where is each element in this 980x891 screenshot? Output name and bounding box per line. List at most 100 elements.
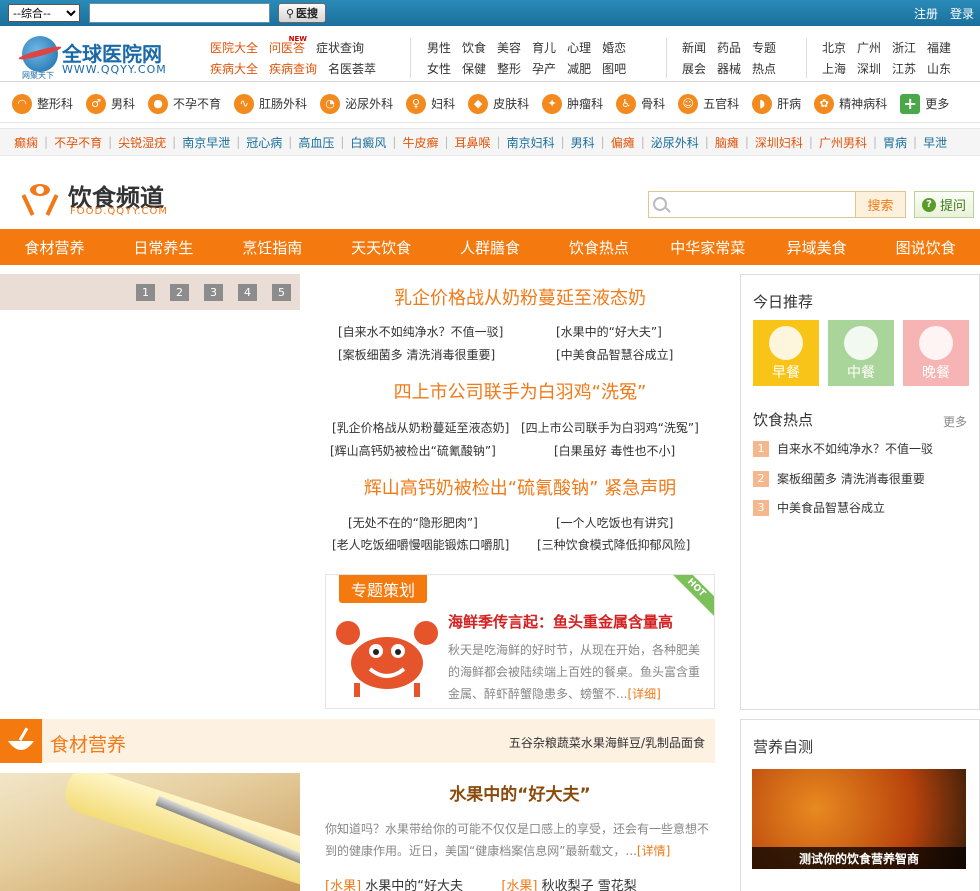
nav-disease-directory[interactable]: 疾病大全 [210, 59, 258, 80]
dept-liver[interactable]: ◗ 肝病 [752, 93, 801, 114]
nav-topic[interactable]: 美容 [497, 38, 521, 59]
nav-special[interactable]: 专题 [752, 38, 776, 59]
nav-city[interactable]: 山东 [927, 59, 951, 80]
nav-equipment[interactable]: 器械 [717, 59, 741, 80]
disease-link[interactable]: 偏瘫 [611, 134, 635, 151]
nav-topic[interactable]: 减肥 [567, 59, 591, 80]
search-category-select[interactable]: --综合-- [8, 4, 80, 22]
disease-link[interactable]: 冠心病 [246, 134, 282, 151]
nav-famous-doctors[interactable]: 名医荟萃 [328, 59, 376, 80]
site-search-input[interactable] [89, 3, 270, 23]
nutrition-test-image[interactable]: 测试你的饮食营养智商 [752, 769, 966, 869]
headline-sublink[interactable]: [乳企价格战从奶粉蔓延至液态奶] [332, 419, 509, 436]
main-nav-item[interactable]: 天天饮食 [327, 229, 436, 265]
disease-link[interactable]: 尖锐湿疣 [118, 134, 166, 151]
channel-search-button[interactable]: 搜索 [855, 192, 905, 217]
dept-psychiatry[interactable]: ✿ 精神病科 [814, 93, 887, 114]
nav-topic[interactable]: 孕产 [532, 59, 556, 80]
nav-topic[interactable]: 饮食 [462, 38, 486, 59]
headline-sublink[interactable]: [四上市公司联手为白羽鸡“洗冤”] [521, 419, 699, 436]
headline-sublink[interactable]: [一个人吃饭也有讲究] [556, 514, 673, 531]
headline-sublink[interactable]: [中美食品智慧谷成立] [556, 346, 673, 363]
section-tab[interactable]: 蔬菜 [557, 734, 581, 751]
main-nav-item[interactable]: 图说饮食 [871, 229, 980, 265]
nav-ask-doctor[interactable]: 问医答 NEW [269, 35, 307, 59]
hot-list-item[interactable]: 1 自来水不如纯净水？不值一驳 [753, 440, 933, 457]
dept-dermatology[interactable]: ◆ 皮肤科 [468, 93, 529, 114]
section-tab[interactable]: 水果 [581, 734, 605, 751]
nav-hospital-directory[interactable]: 医院大全 [210, 38, 258, 59]
disease-link[interactable]: 广州男科 [819, 134, 867, 151]
dept-urology[interactable]: ◔ 泌尿外科 [320, 93, 393, 114]
disease-link[interactable]: 白癜风 [350, 134, 386, 151]
headline-sublink[interactable]: [自来水不如纯净水？不值一驳] [338, 323, 503, 340]
dept-ent[interactable]: ☺ 五官科 [678, 93, 739, 114]
slider-page-button[interactable]: 3 [204, 284, 223, 301]
slider-page-button[interactable]: 5 [272, 284, 291, 301]
ask-question-button[interactable]: ? 提问 [914, 191, 974, 218]
channel-logo[interactable]: 饮食频道 FOOD.QQYY.COM [20, 178, 200, 220]
nav-city[interactable]: 深圳 [857, 59, 881, 80]
headline-sublink[interactable]: [辉山高钙奶被检出“硫氰酸钠”] [330, 442, 496, 459]
hot-more-link[interactable]: 更多 [943, 413, 967, 430]
section-tab[interactable]: 豆/乳制品 [629, 734, 681, 751]
section-tab[interactable]: 五谷杂粮 [509, 734, 557, 751]
headline-sublink[interactable]: [水果中的“好大夫”] [556, 323, 662, 340]
nav-topic[interactable]: 整形 [497, 59, 521, 80]
disease-link[interactable]: 癫痫 [14, 134, 38, 151]
nav-city[interactable]: 江苏 [892, 59, 916, 80]
headline-sublink[interactable]: [老人吃饭细嚼慢咽能锻炼口嚼肌] [332, 536, 509, 553]
nav-city[interactable]: 广州 [857, 38, 881, 59]
disease-link[interactable]: 不孕不育 [54, 134, 102, 151]
nav-hot[interactable]: 热点 [752, 59, 776, 80]
section-tab[interactable]: 面食 [681, 734, 705, 751]
disease-link[interactable]: 深圳妇科 [755, 134, 803, 151]
article-detail-link[interactable]: [详情] [637, 844, 670, 858]
dept-orthopedics[interactable]: ♿ 骨科 [616, 93, 665, 114]
main-nav-item[interactable]: 饮食热点 [544, 229, 653, 265]
site-logo[interactable]: 全球医院网 WWW.QQYY.COM 网聚天下 [22, 36, 192, 80]
feature-detail-link[interactable]: [详细] [627, 687, 660, 701]
nav-symptom-query[interactable]: 症状查询 [316, 38, 364, 59]
nav-topic[interactable]: 图吧 [602, 59, 626, 80]
special-feature-title[interactable]: 海鲜季传言起：鱼头重金属含量高 [448, 611, 673, 632]
register-link[interactable]: 注册 [914, 5, 938, 22]
main-nav-item[interactable]: 人群膳食 [436, 229, 545, 265]
disease-link[interactable]: 南京早泄 [182, 134, 230, 151]
section-article-title[interactable]: 水果中的“好大夫” [320, 780, 720, 805]
slider-page-button[interactable]: 1 [136, 284, 155, 301]
headline-sublink[interactable]: [三种饮食模式降低抑郁风险] [537, 536, 690, 553]
headline-title[interactable]: 辉山高钙奶被检出“硫氰酸钠” 紧急声明 [320, 474, 720, 500]
hot-list-item[interactable]: 3 中美食品智慧谷成立 [753, 499, 885, 516]
dept-more[interactable]: + 更多 [900, 93, 949, 114]
headline-sublink[interactable]: [无处不在的“隐形肥肉”] [348, 514, 478, 531]
main-nav-item[interactable]: 中华家常菜 [653, 229, 762, 265]
nav-topic[interactable]: 婚恋 [602, 38, 626, 59]
dept-infertility[interactable]: ● 不孕不育 [148, 93, 221, 114]
nav-topic[interactable]: 心理 [567, 38, 591, 59]
disease-link[interactable]: 泌尿外科 [651, 134, 699, 151]
main-nav-item[interactable]: 日常养生 [109, 229, 218, 265]
nav-drugs[interactable]: 药品 [717, 38, 741, 59]
nav-city[interactable]: 北京 [822, 38, 846, 59]
channel-search-input[interactable]: 搜索 [648, 191, 906, 218]
disease-link[interactable]: 牛皮癣 [402, 134, 438, 151]
slider-page-button[interactable]: 4 [238, 284, 257, 301]
nav-topic[interactable]: 育儿 [532, 38, 556, 59]
dept-andrology[interactable]: ♂ 男科 [86, 93, 135, 114]
nav-city[interactable]: 浙江 [892, 38, 916, 59]
disease-link[interactable]: 南京妇科 [507, 134, 555, 151]
section-article-link[interactable]: [水果] 秋收梨子 雪花梨 [501, 879, 636, 891]
login-link[interactable]: 登录 [950, 5, 974, 22]
headline-sublink[interactable]: [案板细菌多 清洗消毒很重要] [338, 346, 495, 363]
nav-city[interactable]: 上海 [822, 59, 846, 80]
disease-link[interactable]: 早泄 [923, 134, 947, 151]
dept-plastic-surgery[interactable]: ◠ 整形科 [12, 93, 73, 114]
dept-oncology[interactable]: ✦ 肿瘤科 [542, 93, 603, 114]
disease-link[interactable]: 胃病 [883, 134, 907, 151]
disease-link[interactable]: 脑瘫 [715, 134, 739, 151]
bread-butter-image[interactable] [0, 773, 300, 891]
site-search-button[interactable]: ⚲ 医搜 [278, 3, 326, 23]
nav-news[interactable]: 新闻 [682, 38, 706, 59]
nav-city[interactable]: 福建 [927, 38, 951, 59]
